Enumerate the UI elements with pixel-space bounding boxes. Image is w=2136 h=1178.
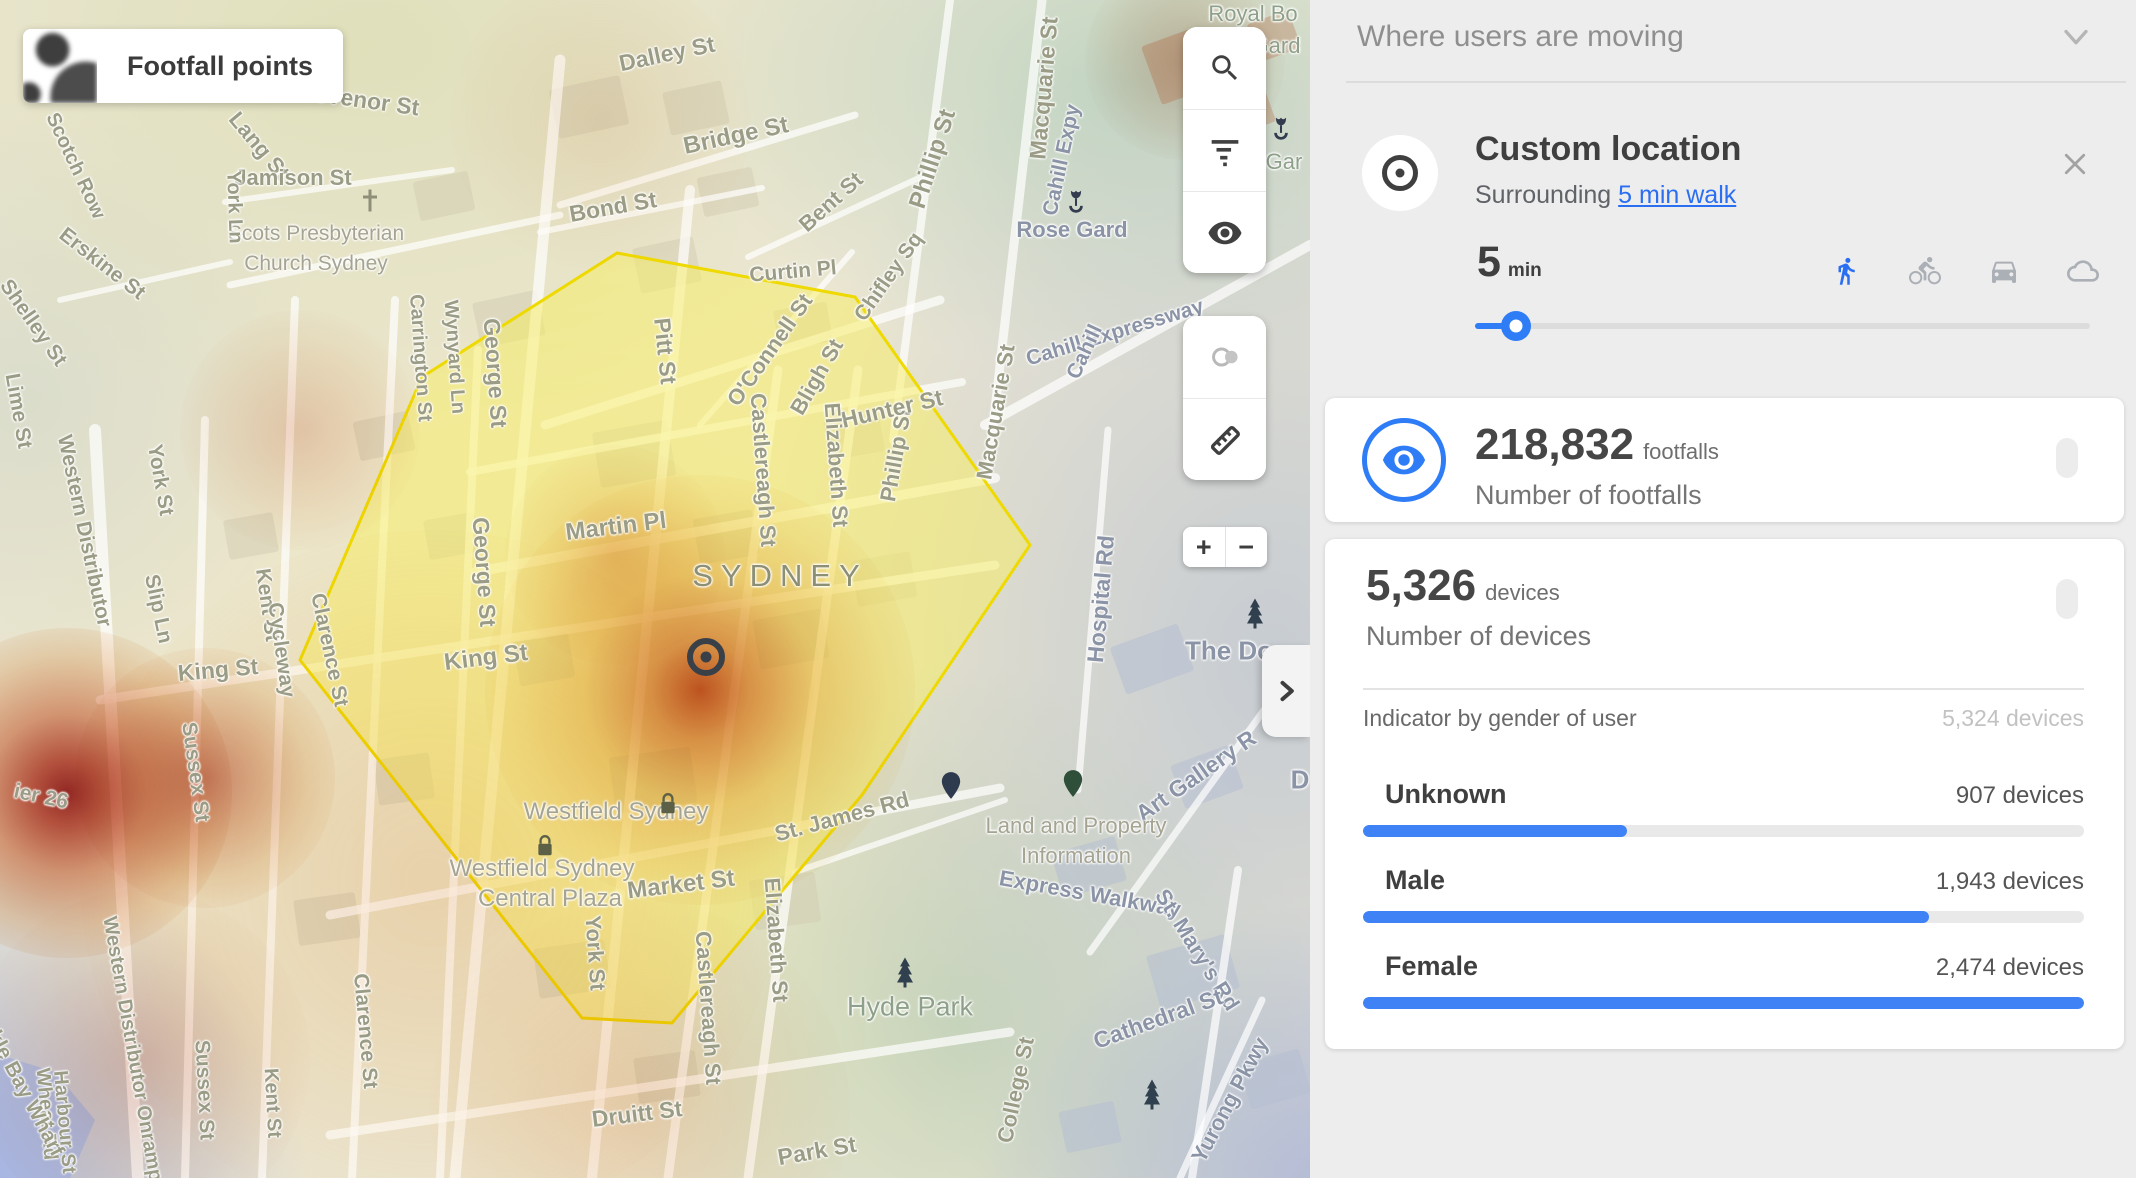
gender-label: Female [1385, 951, 1478, 982]
footfalls-badge [1362, 418, 1446, 502]
pedestrian-icon [1831, 255, 1861, 287]
footfalls-count: 218,832footfalls [1475, 420, 1719, 470]
measure-button[interactable] [1183, 398, 1266, 480]
app: Grosvenor StDalley StBridge StBond StLan… [0, 0, 2136, 1178]
map-toolbar-primary [1183, 27, 1266, 273]
slider-value: 5min [1477, 238, 1542, 287]
map-geometry [0, 0, 1310, 1178]
transport-modes [1827, 252, 2102, 290]
search-button[interactable] [1183, 27, 1266, 109]
brand-chip: Footfall points [23, 29, 343, 103]
filter-button[interactable] [1183, 109, 1266, 191]
location-subtitle-prefix: Surrounding [1475, 181, 1618, 209]
target-icon [1382, 155, 1418, 191]
footfalls-pill-toggle[interactable] [2056, 438, 2078, 478]
gender-value: 2,474 devices [1936, 954, 2084, 982]
panel-expand-tab[interactable] [1262, 645, 1310, 737]
footfalls-caption: Number of footfalls [1475, 480, 1702, 511]
layers-toggle-button[interactable] [1183, 316, 1266, 398]
side-panel: Where users are moving Custom location S… [1310, 0, 2136, 1178]
gender-bar-track [1363, 825, 2084, 837]
gender-bar-fill [1363, 997, 2084, 1009]
mode-bike-button[interactable] [1906, 252, 1944, 290]
zoom-in-button[interactable]: + [1183, 527, 1226, 567]
gender-indicator-label: Indicator by gender of user [1363, 705, 1637, 732]
header-divider [1346, 81, 2126, 83]
isochrone-polygon [300, 253, 1030, 1023]
brand-logo-icon [23, 29, 97, 103]
eye-blue-icon [1381, 437, 1427, 483]
location-badge [1362, 135, 1438, 211]
ruler-icon [1207, 422, 1243, 458]
panel-title: Where users are moving [1357, 20, 1684, 54]
gender-bar-track [1363, 911, 2084, 923]
devices-caption: Number of devices [1366, 621, 1591, 652]
close-icon [2060, 149, 2090, 179]
cloud-icon [2065, 255, 2101, 287]
devices-count: 5,326devices [1366, 561, 1560, 611]
gender-indicator-total: 5,324 devices [1942, 705, 2084, 732]
mode-car-button[interactable] [1985, 252, 2023, 290]
gender-bar-track [1363, 997, 2084, 1009]
chevron-down-icon [2061, 26, 2091, 52]
devices-pill-toggle[interactable] [2056, 579, 2078, 619]
devices-card: 5,326devices Number of devices Indicator… [1325, 539, 2124, 1049]
location-title: Custom location [1475, 130, 1741, 169]
gender-bar-fill [1363, 825, 1627, 837]
filter-icon [1208, 134, 1242, 168]
search-icon [1208, 51, 1242, 85]
map-toolbar-secondary [1183, 316, 1266, 480]
toggle-circles-icon [1208, 341, 1242, 373]
chevron-right-icon [1272, 677, 1300, 705]
gender-value: 1,943 devices [1936, 868, 2084, 896]
walk-time-slider[interactable] [1475, 323, 2090, 329]
custom-location-marker[interactable] [687, 638, 725, 676]
zoom-control: + − [1183, 527, 1267, 567]
gender-label: Unknown [1385, 779, 1507, 810]
close-location-button[interactable] [2058, 148, 2092, 182]
gender-label: Male [1385, 865, 1445, 896]
bicycle-icon [1907, 255, 1943, 287]
visibility-button[interactable] [1183, 191, 1266, 273]
gender-bar-fill [1363, 911, 1929, 923]
map-canvas[interactable]: Grosvenor StDalley StBridge StBond StLan… [0, 0, 1310, 1178]
mode-cloud-button[interactable] [2064, 252, 2102, 290]
slider-handle[interactable] [1501, 311, 1531, 341]
devices-divider [1363, 688, 2084, 690]
walk-time-link[interactable]: 5 min walk [1618, 181, 1736, 209]
zoom-out-button[interactable]: − [1226, 527, 1268, 567]
brand-title: Footfall points [97, 29, 343, 103]
gender-value: 907 devices [1956, 782, 2084, 810]
footfalls-card: 218,832footfalls Number of footfalls [1325, 398, 2124, 522]
panel-collapse-button[interactable] [2061, 26, 2091, 57]
mode-walk-button[interactable] [1827, 252, 1865, 290]
location-subtitle: Surrounding 5 min walk [1475, 181, 1736, 210]
car-icon [1988, 255, 2020, 287]
eye-icon [1207, 215, 1243, 251]
